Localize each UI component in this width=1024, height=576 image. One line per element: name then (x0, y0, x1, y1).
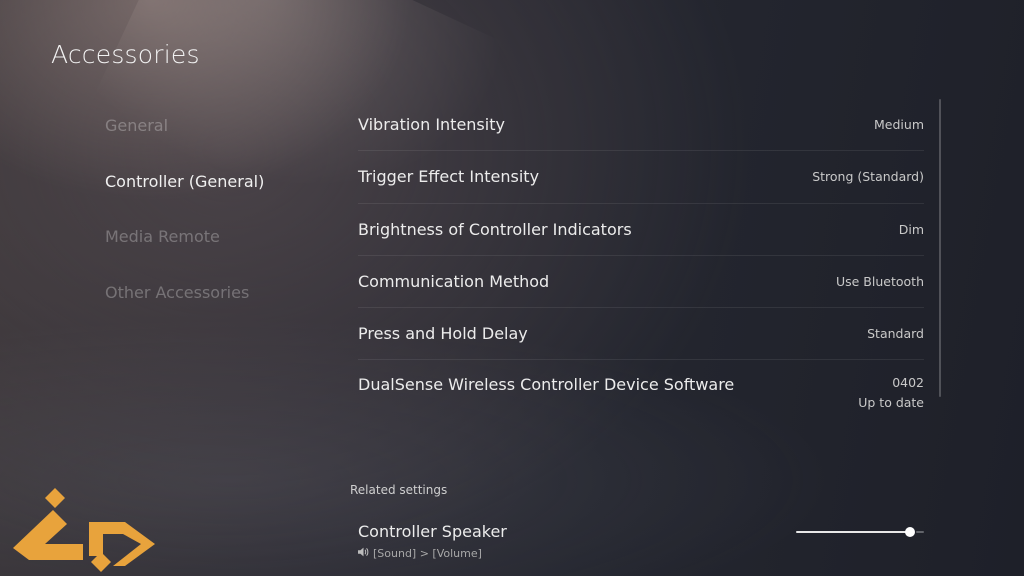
sidebar-item-general[interactable]: General (105, 112, 264, 168)
related-setting-path: [Sound] > [Volume] (358, 547, 924, 560)
setting-value: Medium (874, 117, 924, 133)
site-logo-icon (5, 486, 155, 574)
slider-thumb[interactable] (905, 527, 915, 537)
setting-value: Use Bluetooth (835, 274, 924, 290)
setting-trigger-effect-intensity[interactable]: Trigger Effect Intensity Strong (Standar… (358, 151, 924, 204)
slider-fill (796, 531, 910, 533)
related-setting-path-text: [Sound] > [Volume] (373, 547, 482, 560)
page-title: Accessories (51, 40, 200, 69)
setting-label: Trigger Effect Intensity (358, 167, 540, 187)
volume-slider[interactable] (796, 527, 924, 537)
setting-label: DualSense Wireless Controller Device Sof… (358, 375, 735, 395)
setting-value: 0402 Up to date (858, 375, 924, 410)
setting-label: Communication Method (358, 272, 550, 292)
scrollbar[interactable] (939, 99, 941, 397)
sidebar-item-other-accessories[interactable]: Other Accessories (105, 279, 264, 335)
sidebar-item-media-remote[interactable]: Media Remote (105, 223, 264, 279)
setting-value: Standard (867, 326, 924, 342)
software-status: Up to date (858, 395, 924, 411)
setting-label: Press and Hold Delay (358, 324, 528, 344)
sidebar: General Controller (General) Media Remot… (105, 112, 264, 334)
setting-label: Vibration Intensity (358, 115, 505, 135)
settings-list: Vibration Intensity Medium Trigger Effec… (358, 99, 924, 430)
setting-press-and-hold-delay[interactable]: Press and Hold Delay Standard (358, 308, 924, 361)
speaker-icon (358, 547, 369, 560)
setting-controller-indicator-brightness[interactable]: Brightness of Controller Indicators Dim (358, 204, 924, 256)
setting-value: Dim (898, 221, 924, 237)
setting-value: Strong (Standard) (812, 169, 924, 185)
setting-device-software[interactable]: DualSense Wireless Controller Device Sof… (358, 360, 924, 430)
setting-label: Brightness of Controller Indicators (358, 219, 632, 239)
related-settings-header: Related settings (350, 483, 448, 497)
setting-vibration-intensity[interactable]: Vibration Intensity Medium (358, 99, 924, 152)
setting-communication-method[interactable]: Communication Method Use Bluetooth (358, 256, 924, 309)
sidebar-item-controller-general[interactable]: Controller (General) (105, 168, 264, 224)
slider-track (916, 531, 924, 533)
software-version: 0402 (892, 375, 924, 391)
